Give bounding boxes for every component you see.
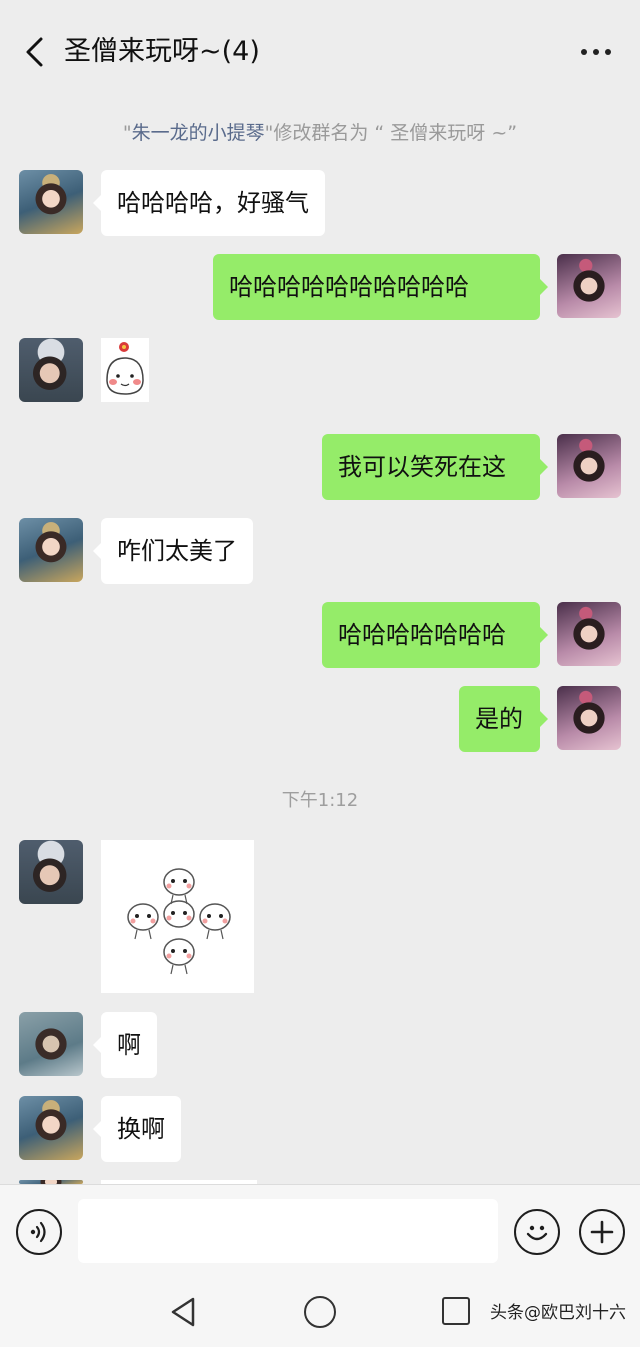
avatar[interactable] [19, 170, 83, 234]
emoji-icon[interactable] [514, 1209, 560, 1255]
more-dots-icon[interactable] [574, 32, 618, 72]
message-bubble-incoming[interactable]: 咋们太美了 [93, 518, 253, 584]
avatar[interactable] [557, 602, 621, 666]
chat-title: 圣僧来玩呀~(4) [64, 36, 260, 67]
avatar[interactable] [19, 518, 83, 582]
message-bubble-incoming[interactable]: 啊 [93, 1012, 157, 1078]
message-bubble-incoming[interactable]: 哈哈哈哈，好骚气 [93, 170, 325, 236]
avatar[interactable] [19, 1012, 83, 1076]
system-nav-bar: 头条@欧巴刘十六 [0, 1280, 640, 1347]
five-heads-sticker[interactable] [101, 840, 254, 993]
message-bubble-outgoing[interactable]: 我可以笑死在这 [322, 434, 548, 500]
chevron-left-icon[interactable] [14, 30, 54, 74]
message-input[interactable] [78, 1199, 498, 1263]
notice-text: "修改群名为 “ 圣僧来玩呀 ~” [264, 122, 518, 144]
message-bubble-outgoing[interactable]: 哈哈哈哈哈哈哈 [322, 602, 548, 668]
avatar[interactable] [557, 254, 621, 318]
message-bubble-incoming[interactable]: 换啊 [93, 1096, 181, 1162]
voice-icon[interactable] [16, 1209, 62, 1255]
avatar[interactable] [19, 1096, 83, 1160]
avatar[interactable] [557, 434, 621, 498]
plus-icon[interactable] [579, 1209, 625, 1255]
input-bar [0, 1184, 640, 1280]
avatar[interactable] [19, 338, 83, 402]
system-notice: "朱一龙的小提琴"修改群名为 “ 圣僧来玩呀 ~” [0, 118, 640, 145]
message-bubble-outgoing[interactable]: 哈哈哈哈哈哈哈哈哈哈 [213, 254, 548, 320]
avatar[interactable] [19, 840, 83, 904]
nav-back-icon[interactable] [169, 1296, 197, 1332]
nav-home-icon[interactable] [304, 1296, 336, 1328]
notice-member-name[interactable]: 朱一龙的小提琴 [132, 122, 265, 144]
watermark: 头条@欧巴刘十六 [490, 1303, 626, 1323]
nav-recent-icon[interactable] [442, 1297, 470, 1325]
avatar[interactable] [557, 686, 621, 750]
message-bubble-outgoing[interactable]: 是的 [459, 686, 548, 752]
flower-blush-face-sticker[interactable] [101, 338, 149, 402]
chat-header: 圣僧来玩呀~(4) [0, 0, 640, 104]
timestamp: 下午1:12 [281, 790, 359, 811]
notice-quote: " [122, 122, 132, 144]
